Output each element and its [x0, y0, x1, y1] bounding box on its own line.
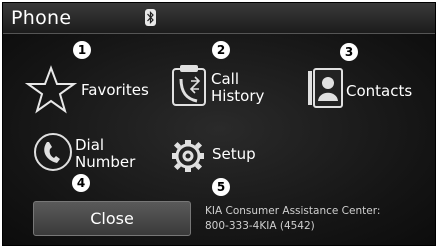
call-history-label: Call History — [211, 70, 265, 105]
contacts-icon — [308, 68, 343, 108]
title-bar: Phone — [3, 3, 435, 34]
close-button[interactable]: Close — [33, 201, 191, 236]
phone-menu-panel: Phone 1 Favorites 2 Call History 3 Conta… — [2, 2, 436, 246]
kia-assistance-line1: KIA Consumer Assistance Center: — [205, 205, 381, 217]
callout-number-1: 1 — [73, 41, 91, 59]
call-history-icon — [172, 65, 206, 106]
dial-number-label: Dial Number — [75, 136, 136, 171]
bluetooth-icon — [145, 9, 156, 26]
callout-number-5: 5 — [212, 178, 230, 196]
kia-assistance-info: KIA Consumer Assistance Center: 800-333-… — [205, 204, 380, 234]
callout-number-4: 4 — [72, 174, 90, 192]
contacts-label: Contacts — [346, 82, 413, 100]
star-icon — [25, 65, 77, 114]
callout-number-3: 3 — [340, 43, 358, 61]
favorites-label: Favorites — [81, 81, 149, 99]
gear-icon — [172, 140, 204, 172]
setup-label: Setup — [212, 145, 256, 163]
handset-icon — [34, 133, 72, 171]
callout-number-2: 2 — [212, 41, 230, 59]
kia-assistance-phone: 800-333-4KIA (4542) — [205, 220, 315, 232]
phone-screen: Phone 1 Favorites 2 Call History 3 Conta… — [0, 0, 438, 247]
page-title: Phone — [11, 7, 72, 29]
